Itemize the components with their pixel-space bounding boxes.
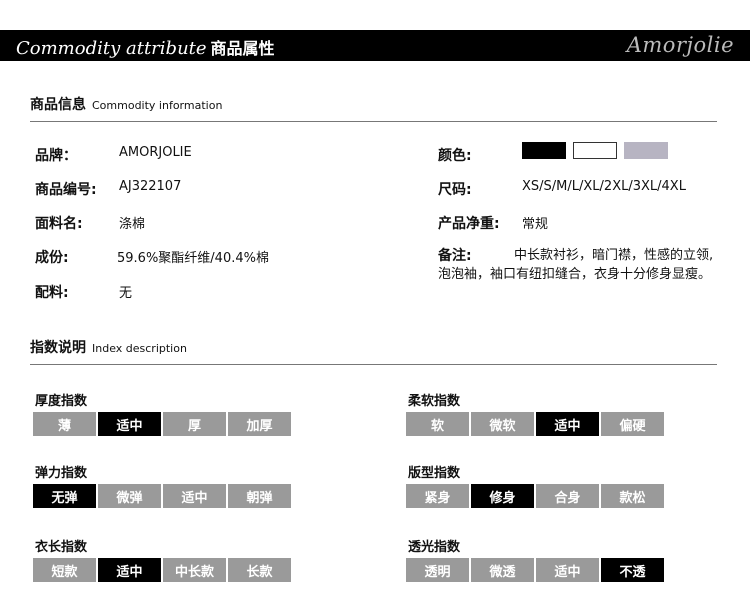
index-option: 薄 <box>33 412 96 436</box>
index-option: 修身 <box>471 484 534 508</box>
banner-title-en: Commodity attribute <box>16 38 207 59</box>
index-option: 适中 <box>163 484 226 508</box>
index-option: 微弹 <box>98 484 161 508</box>
index-option: 适中 <box>536 558 599 582</box>
index-label: 柔软指数 <box>408 394 461 409</box>
index-label: 弹力指数 <box>35 466 88 481</box>
commodity-heading-en: Commodity information <box>92 99 223 112</box>
index-scale: 薄适中厚加厚 <box>33 412 291 436</box>
index-scale: 紧身 修身 合身 款松 <box>406 484 664 508</box>
banner-title-zh: 商品属性 <box>210 39 275 58</box>
index-scale: 短款 适中 中长款 长款 <box>33 558 291 582</box>
note-line-2: 泡泡袖，袖口有纽扣缝合，衣身十分修身显瘦。 <box>438 267 712 282</box>
header-banner: Commodity attribute 商品属性 Amorjolie <box>0 30 750 61</box>
weight-value: 常规 <box>522 217 549 232</box>
brand-label: 品牌： <box>35 148 77 164</box>
index-option: 款松 <box>601 484 664 508</box>
size-value: XS/S/M/L/XL/2XL/3XL/4XL <box>522 179 686 194</box>
color-swatch-white[interactable] <box>573 142 617 159</box>
index-option: 无弹 <box>33 484 96 508</box>
fabric-value: 涤棉 <box>119 217 146 232</box>
note-line-1: 中长款衬衫，暗门襟，性感的立领, <box>514 248 714 263</box>
divider <box>30 121 717 122</box>
index-option: 不透 <box>601 558 664 582</box>
index-option: 软 <box>406 412 469 436</box>
fabric-label: 面料名: <box>35 216 83 232</box>
index-label: 厚度指数 <box>35 394 88 409</box>
index-option: 合身 <box>536 484 599 508</box>
index-heading-zh: 指数说明 <box>30 340 86 356</box>
index-heading: 指数说明 Index description <box>30 337 187 357</box>
index-option: 中长款 <box>163 558 226 582</box>
index-option: 厚 <box>163 412 226 436</box>
index-option: 紧身 <box>406 484 469 508</box>
index-option: 短款 <box>33 558 96 582</box>
index-option: 微透 <box>471 558 534 582</box>
divider <box>30 364 717 365</box>
index-option: 适中 <box>98 412 161 436</box>
banner-title: Commodity attribute 商品属性 <box>16 35 275 59</box>
accessory-label: 配料: <box>35 285 69 301</box>
index-option: 偏硬 <box>601 412 664 436</box>
size-label: 尺码: <box>438 182 472 198</box>
index-scale: 透明 微透 适中 不透 <box>406 558 664 582</box>
index-label: 版型指数 <box>408 466 461 481</box>
color-swatch-black[interactable] <box>522 142 566 159</box>
index-option: 适中 <box>98 558 161 582</box>
weight-label: 产品净重: <box>438 216 500 232</box>
note-label: 备注: <box>438 248 472 264</box>
index-option: 微软 <box>471 412 534 436</box>
index-option: 透明 <box>406 558 469 582</box>
accessory-value: 无 <box>119 286 133 301</box>
index-scale: 无弹 微弹 适中 朝弹 <box>33 484 291 508</box>
brand-logo: Amorjolie <box>626 33 734 57</box>
color-label: 颜色: <box>438 148 472 164</box>
commodity-heading-zh: 商品信息 <box>30 97 86 113</box>
index-option: 朝弹 <box>228 484 291 508</box>
composition-label: 成份: <box>35 250 69 266</box>
index-label: 透光指数 <box>408 540 461 555</box>
index-option: 长款 <box>228 558 291 582</box>
index-option: 适中 <box>536 412 599 436</box>
color-swatch-gray[interactable] <box>624 142 668 159</box>
index-option: 加厚 <box>228 412 291 436</box>
item-number-value: AJ322107 <box>119 179 182 194</box>
composition-value: 59.6%聚酯纤维/40.4%棉 <box>117 251 269 266</box>
item-number-label: 商品编号: <box>35 182 97 198</box>
index-label: 衣长指数 <box>35 540 88 555</box>
index-heading-en: Index description <box>92 342 187 355</box>
commodity-info-heading: 商品信息 Commodity information <box>30 94 222 114</box>
index-scale: 软微软 适中 偏硬 <box>406 412 664 436</box>
brand-value: AMORJOLIE <box>119 145 192 160</box>
